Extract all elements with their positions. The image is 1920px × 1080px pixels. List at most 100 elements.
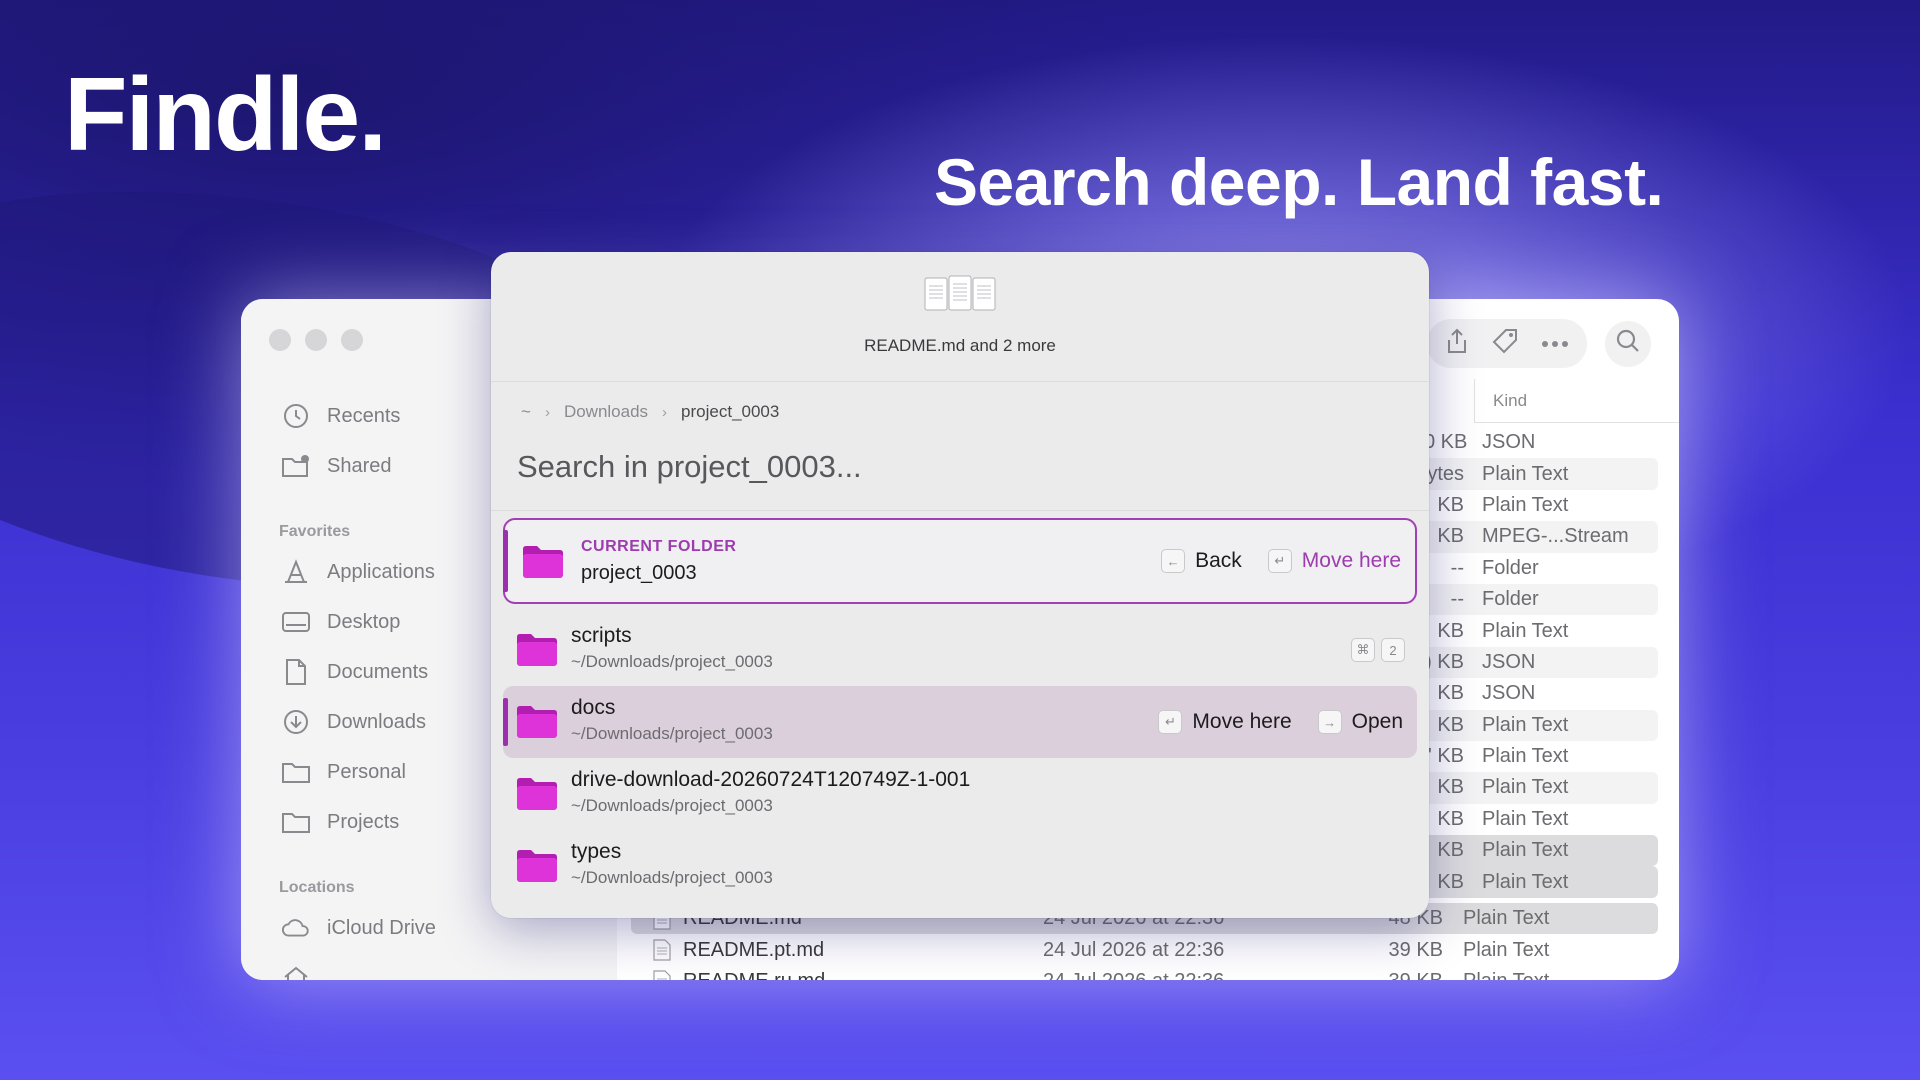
breadcrumb-item-home[interactable]: ~: [521, 402, 531, 422]
sidebar-item-label: Applications: [327, 560, 435, 583]
zoom-button[interactable]: [341, 329, 363, 351]
document-icon: [281, 657, 311, 687]
sidebar-item-home[interactable]: [281, 953, 581, 980]
result-row-drive-download[interactable]: drive-download-20260724T120749Z-1-001 ~/…: [503, 758, 1417, 830]
file-name: README.ru.md: [683, 970, 1043, 980]
result-path: ~/Downloads/project_0003: [571, 868, 773, 887]
folder-icon: [281, 807, 311, 837]
table-row[interactable]: README.pt.md 24 Jul 2026 at 22:36 39 KB …: [631, 934, 1658, 965]
panel-header: README.md and 2 more: [491, 252, 1429, 382]
result-name: scripts: [571, 624, 632, 647]
result-name: types: [571, 840, 622, 863]
files-stack-icon: [924, 275, 996, 311]
arrow-left-key-icon: ←: [1161, 549, 1186, 573]
table-row[interactable]: KB MPEG-...Stream: [1424, 521, 1658, 553]
tagline: Search deep. Land fast.: [934, 145, 1664, 219]
minimize-button[interactable]: [305, 329, 327, 351]
finder-file-list-right: 0 KB JSON ytes Plain Text KB Plain Text KB M…: [1424, 427, 1658, 898]
row-actions: ↵ Move here → Open: [1142, 686, 1403, 758]
selection-indicator: [503, 530, 508, 592]
close-button[interactable]: [269, 329, 291, 351]
move-here-button[interactable]: ↵ Move here: [1267, 549, 1401, 573]
result-name: docs: [571, 696, 616, 719]
selection-label: README.md and 2 more: [864, 336, 1056, 355]
applications-icon: [281, 557, 311, 587]
keyboard-shortcut: ⌘ 2: [1351, 638, 1405, 662]
share-icon[interactable]: [1445, 327, 1469, 360]
column-header-kind[interactable]: Kind: [1474, 379, 1679, 423]
table-row[interactable]: README.ru.md 24 Jul 2026 at 22:36 39 KB …: [631, 966, 1658, 980]
table-row[interactable]: KB Plain Text: [1424, 804, 1658, 835]
table-row-selected[interactable]: KB Plain Text: [1424, 866, 1658, 898]
folder-icon: [517, 778, 557, 810]
folder-icon: [517, 706, 557, 738]
table-row-selected[interactable]: KB Plain Text: [1424, 835, 1658, 867]
folder-icon: [523, 546, 563, 578]
desktop-icon: [281, 607, 311, 637]
table-row[interactable]: ytes Plain Text: [1424, 458, 1658, 490]
breadcrumb-item-current[interactable]: project_0003: [681, 402, 779, 422]
current-folder-name: project_0003: [581, 562, 697, 584]
number-key: 2: [1381, 638, 1405, 662]
table-row[interactable]: -- Folder: [1424, 583, 1658, 616]
file-kind: Plain Text: [1463, 970, 1549, 980]
findle-panel: README.md and 2 more ~ › Downloads › pro…: [491, 252, 1429, 918]
result-row-types[interactable]: types ~/Downloads/project_0003: [503, 830, 1417, 902]
finder-toolbar: [1427, 319, 1651, 368]
table-row[interactable]: KB Plain Text: [1424, 490, 1658, 521]
open-button[interactable]: → Open: [1317, 710, 1403, 734]
arrow-right-key-icon: →: [1317, 710, 1342, 734]
move-here-button[interactable]: ↵ Move here: [1158, 710, 1292, 734]
tag-icon[interactable]: [1491, 327, 1519, 360]
document-icon: [653, 970, 671, 980]
result-row-docs[interactable]: docs ~/Downloads/project_0003 ↵ Move her…: [503, 686, 1417, 758]
sidebar-item-label: Recents: [327, 404, 401, 427]
result-row-scripts[interactable]: scripts ~/Downloads/project_0003 ⌘ 2: [503, 614, 1417, 686]
move-here-label: Move here: [1301, 549, 1401, 572]
clock-icon: [281, 401, 311, 431]
file-name: README.pt.md: [683, 938, 825, 961]
table-row[interactable]: KB Plain Text: [1424, 615, 1658, 646]
result-path: ~/Downloads/project_0003: [571, 796, 773, 815]
breadcrumb: ~ › Downloads › project_0003: [521, 402, 779, 422]
sidebar-item-label: Projects: [327, 810, 400, 833]
sidebar-item-label: Desktop: [327, 610, 401, 633]
cloud-icon: [281, 913, 311, 943]
toolbar-actions-group: [1427, 319, 1587, 368]
current-folder-label: CURRENT FOLDER: [581, 538, 737, 555]
search-button[interactable]: [1605, 320, 1651, 367]
divider: [491, 510, 1429, 511]
open-label: Open: [1351, 710, 1403, 733]
results-list: scripts ~/Downloads/project_0003 ⌘ 2 doc…: [503, 614, 1417, 902]
window-controls: [269, 329, 363, 351]
table-row[interactable]: KB Plain Text: [1424, 772, 1658, 804]
current-folder-row[interactable]: CURRENT FOLDER project_0003 ← Back ↵ Mov…: [503, 518, 1417, 604]
back-label: Back: [1195, 549, 1242, 572]
result-name: drive-download-20260724T120749Z-1-001: [571, 768, 971, 791]
breadcrumb-item-downloads[interactable]: Downloads: [564, 402, 648, 422]
table-row[interactable]: ' KB Plain Text: [1424, 741, 1658, 772]
table-row[interactable]: ) KB JSON: [1424, 646, 1658, 679]
return-key-icon: ↵: [1267, 549, 1292, 573]
sidebar-item-label: Shared: [327, 454, 392, 477]
table-row[interactable]: -- Folder: [1424, 553, 1658, 584]
folder-icon: [517, 850, 557, 882]
current-folder-actions: ← Back ↵ Move here: [1145, 520, 1401, 602]
move-here-label: Move here: [1192, 710, 1292, 733]
sidebar-item-label: Documents: [327, 660, 429, 683]
chevron-right-icon: ›: [544, 403, 550, 421]
sidebar-item-label: Downloads: [327, 710, 426, 733]
folder-icon: [517, 634, 557, 666]
table-row[interactable]: KB JSON: [1424, 678, 1658, 709]
table-row[interactable]: 0 KB JSON: [1424, 427, 1658, 458]
back-button[interactable]: ← Back: [1161, 549, 1242, 573]
sidebar-item-label: Personal: [327, 760, 406, 783]
document-icon: [653, 939, 671, 961]
search-input[interactable]: [517, 442, 1397, 492]
folder-icon: [281, 757, 311, 787]
search-icon: [1615, 328, 1641, 359]
command-key-icon: ⌘: [1351, 638, 1375, 662]
more-icon[interactable]: [1541, 335, 1569, 353]
selection-indicator: [503, 698, 508, 746]
table-row[interactable]: KB Plain Text: [1424, 709, 1658, 741]
